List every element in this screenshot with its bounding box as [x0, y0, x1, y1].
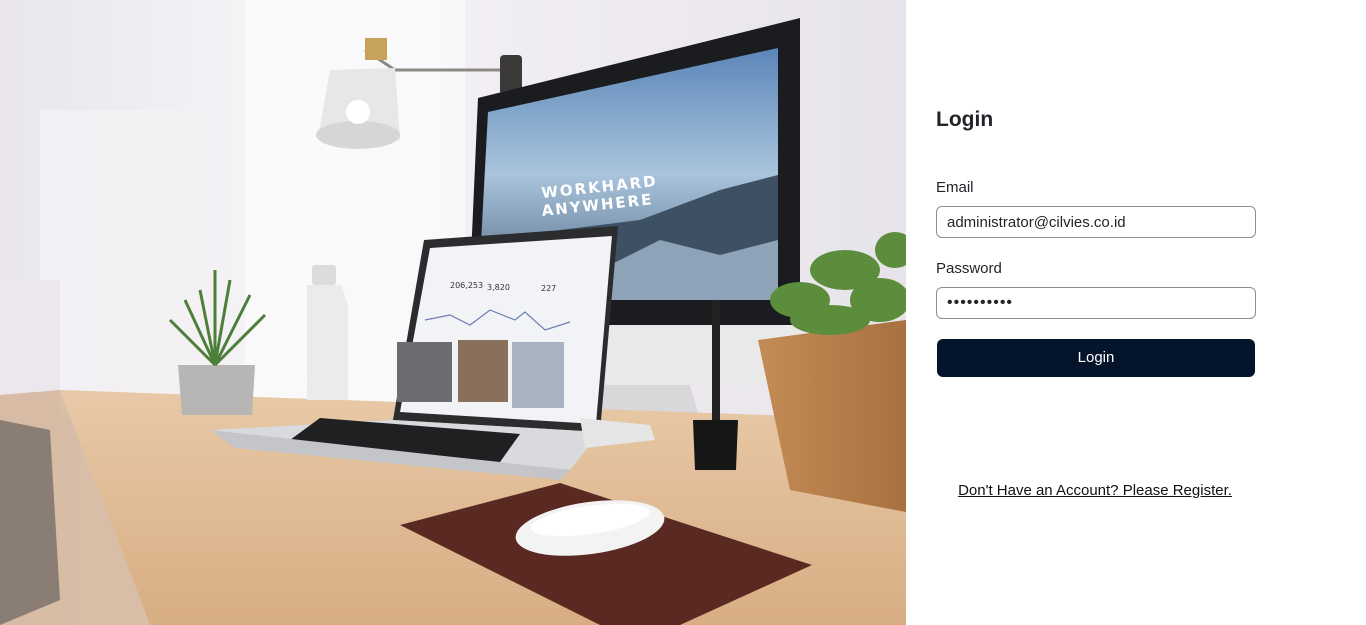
laptop-stat-3: 227	[541, 284, 556, 293]
laptop-stat-2: 3,820	[487, 283, 510, 292]
login-panel: Login Email Password Login Don't Have an…	[906, 0, 1366, 625]
login-button[interactable]: Login	[937, 339, 1255, 377]
password-label: Password	[936, 260, 1002, 277]
email-field[interactable]	[936, 206, 1256, 238]
hero-image: WORKHARD ANYWHERE 206,253 3,820 227	[0, 0, 906, 625]
password-field[interactable]	[936, 287, 1256, 319]
register-link[interactable]: Don't Have an Account? Please Register.	[906, 482, 1284, 499]
email-label: Email	[936, 179, 974, 196]
laptop-stat-1: 206,253	[450, 281, 483, 290]
login-title: Login	[936, 108, 994, 131]
workspace-illustration: WORKHARD ANYWHERE 206,253 3,820 227	[0, 0, 906, 625]
